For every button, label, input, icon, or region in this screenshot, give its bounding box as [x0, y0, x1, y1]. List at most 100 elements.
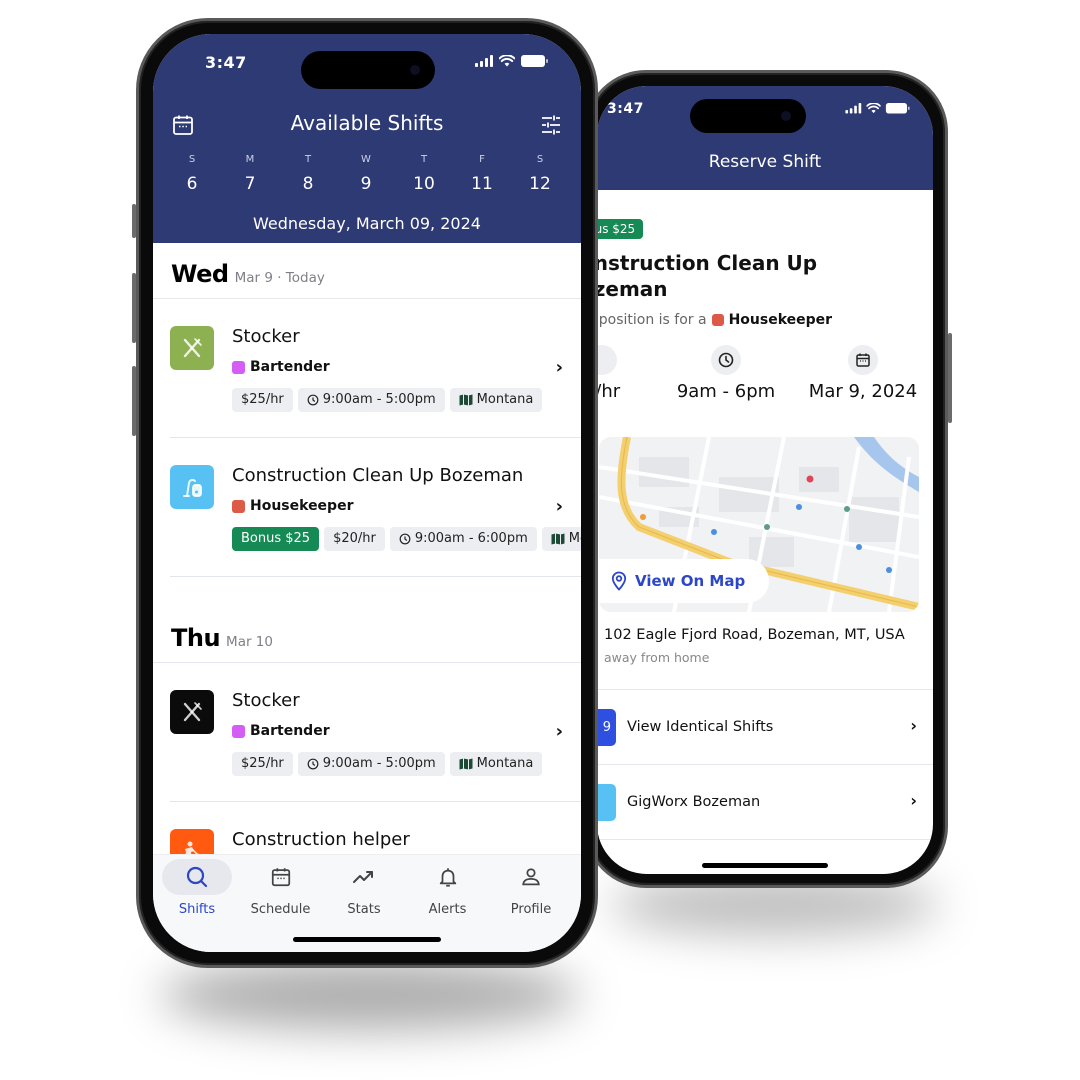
search-icon	[186, 866, 208, 888]
tab-shifts[interactable]: Shifts	[161, 859, 233, 917]
day-sat[interactable]: S 12	[522, 154, 558, 194]
location-tag: Montana	[541, 527, 581, 551]
location-tag: Montana	[449, 388, 543, 412]
tab-stats[interactable]: Stats	[328, 859, 400, 917]
page-title: Reserve Shift	[708, 152, 822, 172]
utensils-icon	[170, 690, 214, 734]
rate-tag: $25/hr	[232, 752, 293, 776]
identical-shifts-icon: 9	[597, 709, 616, 746]
address-distance: away from home	[604, 650, 710, 665]
clock-icon	[711, 345, 741, 375]
volume-up-button	[132, 273, 136, 343]
hours-stat: 9am - 6pm	[659, 345, 793, 402]
user-icon	[522, 868, 540, 886]
chevron-right-icon: ›	[555, 496, 563, 517]
clock-icon	[399, 533, 411, 545]
status-time: 3:47	[607, 101, 644, 117]
bonus-badge: nus $25	[597, 219, 644, 239]
day-fri[interactable]: F 11	[464, 154, 500, 194]
bottom-tab-bar: Shifts Schedule Stats Alerts Profile	[153, 854, 581, 952]
role-color-swatch	[232, 360, 245, 374]
wifi-icon	[499, 55, 515, 67]
shift-role: Bartender	[232, 359, 330, 375]
signal-icon	[475, 55, 493, 67]
tab-profile[interactable]: Profile	[495, 859, 567, 917]
home-indicator[interactable]	[293, 937, 441, 942]
tab-schedule[interactable]: Schedule	[245, 859, 317, 917]
date-stat: Mar 9, 2024	[803, 345, 923, 402]
power-button	[948, 333, 952, 423]
day-sun[interactable]: S6	[174, 154, 210, 194]
shift-title: onstruction Clean Up ozeman	[597, 251, 818, 301]
day-tue[interactable]: T8	[290, 154, 326, 194]
calendar-icon	[271, 868, 290, 887]
location-tag: Montana	[449, 752, 543, 776]
battery-icon	[521, 55, 548, 67]
dynamic-island	[301, 51, 435, 89]
map-pin-icon	[611, 571, 627, 591]
available-shifts-phone: 3:47 Available Shifts S6 M7 T8 W9 T 10 F…	[132, 18, 598, 968]
rate-tag: $20/hr	[324, 527, 385, 551]
company-icon	[597, 784, 616, 821]
utensils-icon	[170, 326, 214, 370]
shift-title: Construction helper	[232, 829, 410, 850]
shift-stats: 0/hr 9am - 6pm Mar 9, 2024	[597, 345, 923, 402]
reserve-shift-screen: 3:47 Reserve Shift nus $25 onstruction C…	[597, 86, 933, 874]
reserve-shift-phone: 3:47 Reserve Shift nus $25 onstruction C…	[584, 70, 952, 888]
day-group-header: Thu Mar 10	[153, 607, 581, 663]
location-map[interactable]: View On Map	[599, 437, 919, 612]
shift-title: Stocker	[232, 690, 300, 711]
status-time: 3:47	[205, 53, 247, 72]
rate-tag: $25/hr	[232, 388, 293, 412]
shift-title: Construction Clean Up Bozeman	[232, 465, 524, 486]
day-wed[interactable]: W9	[348, 154, 384, 194]
role-color-swatch	[232, 724, 245, 738]
position-line: s position is for a Housekeeper	[597, 312, 833, 328]
shift-tags: $25/hr 9:00am - 5:00pm Montana	[232, 388, 543, 412]
address: 102 Eagle Fjord Road, Bozeman, MT, USA	[604, 627, 905, 643]
sliders-icon[interactable]	[539, 113, 563, 137]
chevron-right-icon: ›	[555, 721, 563, 742]
tab-alerts[interactable]: Alerts	[412, 859, 484, 917]
battery-icon	[885, 103, 910, 114]
shift-card[interactable]: Construction Clean Up Bozeman Housekeepe…	[170, 438, 581, 577]
clock-icon	[307, 394, 319, 406]
page-title: Available Shifts	[290, 111, 444, 135]
company-link[interactable]: GigWorx Bozeman ›	[597, 765, 933, 840]
shift-tags: Bonus $25 $20/hr 9:00am - 6:00pm Montana	[232, 527, 581, 551]
calendar-icon	[848, 345, 878, 375]
time-tag: 9:00am - 6:00pm	[389, 527, 537, 551]
day-mon[interactable]: M7	[232, 154, 268, 194]
vacuum-icon	[170, 465, 214, 509]
shift-card[interactable]: Stocker Bartender › $25/hr 9:00am - 5:00…	[170, 299, 581, 438]
shift-title: Stocker	[232, 326, 300, 347]
day-group-header: Wed Mar 9 · Today	[153, 243, 581, 299]
time-tag: 9:00am - 5:00pm	[297, 388, 445, 412]
trending-up-icon	[353, 871, 373, 883]
view-on-map-button[interactable]: View On Map	[599, 559, 770, 603]
shift-role: Bartender	[232, 723, 330, 739]
shift-tags: $25/hr 9:00am - 5:00pm Montana	[232, 752, 543, 776]
week-strip: S6 M7 T8 W9 T 10 F 11 S 12	[174, 154, 558, 194]
rate-stat: 0/hr	[597, 345, 647, 402]
signal-icon	[845, 103, 862, 114]
time-tag: 9:00am - 5:00pm	[297, 752, 445, 776]
view-identical-shifts-link[interactable]: 9 View Identical Shifts ›	[597, 690, 933, 765]
map-icon	[459, 758, 473, 770]
wifi-icon	[866, 103, 881, 114]
shift-card[interactable]: Stocker Bartender › $25/hr 9:00am - 5:00…	[170, 663, 581, 802]
chevron-right-icon: ›	[910, 791, 917, 810]
home-indicator[interactable]	[702, 863, 828, 868]
available-shifts-screen: 3:47 Available Shifts S6 M7 T8 W9 T 10 F…	[153, 34, 581, 952]
shift-role: Housekeeper	[232, 498, 353, 514]
dollar-icon	[597, 345, 617, 375]
bell-icon	[439, 868, 456, 887]
role-color-swatch	[232, 499, 245, 513]
map-icon	[459, 394, 473, 406]
shift-list: Wed Mar 9 · Today Stocker Bartender › $2…	[153, 243, 581, 941]
volume-down-button	[132, 366, 136, 436]
day-thu[interactable]: T 10	[406, 154, 442, 194]
shift-links: 9 View Identical Shifts › GigWorx Bozema…	[597, 689, 933, 840]
selected-date: Wednesday, March 09, 2024	[253, 214, 481, 233]
role-color-swatch	[711, 314, 724, 326]
